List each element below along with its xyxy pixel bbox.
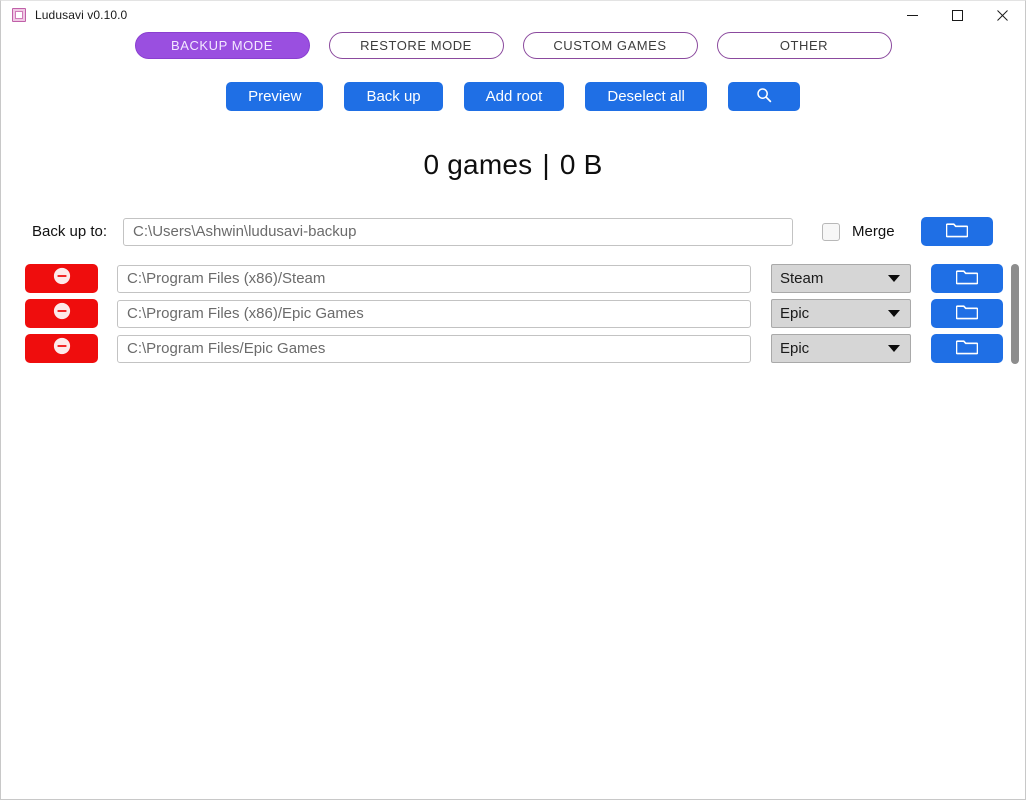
remove-root-button[interactable] [25, 264, 98, 293]
tab-other-label: OTHER [779, 38, 829, 53]
backup-target-label: Back up to: [32, 223, 108, 240]
backup-target-browse-button[interactable] [920, 217, 993, 246]
maximize-icon[interactable] [935, 1, 980, 29]
tab-backup-mode-label: BACKUP MODE [171, 38, 273, 53]
add-root-button-label: Add root [485, 88, 543, 105]
tab-backup-mode[interactable]: BACKUP MODE [134, 32, 310, 59]
root-row: C:\Program Files/Epic Games Epic [1, 334, 1025, 363]
remove-root-button[interactable] [25, 334, 98, 363]
action-button-bar: Preview Back up Add root Deselect all [1, 82, 1025, 111]
mode-tab-bar: BACKUP MODE RESTORE MODE CUSTOM GAMES OT… [1, 32, 1025, 59]
close-icon[interactable] [980, 1, 1025, 29]
preview-button[interactable]: Preview [226, 82, 324, 111]
root-row: C:\Program Files (x86)/Epic Games Epic [1, 299, 1025, 328]
root-store-select[interactable]: Steam [771, 264, 911, 293]
remove-root-button[interactable] [25, 299, 98, 328]
tab-custom-games[interactable]: CUSTOM GAMES [522, 32, 698, 59]
add-root-button[interactable]: Add root [463, 82, 565, 111]
summary-total-size: 0 B [559, 149, 603, 180]
minus-circle-icon [53, 267, 71, 290]
root-path-input[interactable]: C:\Program Files (x86)/Epic Games [117, 299, 751, 328]
root-row: C:\Program Files (x86)/Steam Steam [1, 264, 1025, 293]
backup-target-input[interactable]: C:\Users\Ashwin\ludusavi-backup [123, 217, 794, 246]
minus-circle-icon [53, 337, 71, 360]
root-browse-button[interactable] [931, 264, 1003, 293]
window-title: Ludusavi v0.10.0 [35, 8, 128, 22]
minus-circle-icon [53, 302, 71, 325]
root-store-select[interactable]: Epic [771, 334, 911, 363]
title-bar[interactable]: Ludusavi v0.10.0 [1, 1, 1025, 29]
minimize-icon[interactable] [890, 1, 935, 29]
search-icon [756, 87, 772, 107]
root-store-select[interactable]: Epic [771, 299, 911, 328]
merge-checkbox[interactable] [822, 222, 841, 241]
summary-separator: | [542, 149, 550, 180]
root-store-select-value: Epic [780, 305, 810, 322]
back-up-button-label: Back up [366, 88, 421, 105]
root-browse-button[interactable] [931, 299, 1003, 328]
roots-list: C:\Program Files (x86)/Steam Steam C:\Pr… [1, 264, 1025, 364]
merge-checkbox-label: Merge [852, 223, 895, 240]
folder-icon [955, 303, 979, 325]
preview-button-label: Preview [248, 88, 302, 105]
app-window: Ludusavi v0.10.0 BACKUP MODE RESTORE MOD… [0, 0, 1026, 800]
root-store-select-value: Epic [780, 340, 810, 357]
back-up-button[interactable]: Back up [344, 82, 443, 111]
folder-icon [945, 221, 968, 243]
backup-target-row: Back up to: C:\Users\Ashwin\ludusavi-bac… [1, 217, 1025, 246]
roots-scrollbar-thumb[interactable] [1011, 264, 1019, 364]
deselect-all-button-label: Deselect all [607, 88, 685, 105]
root-store-select-value: Steam [780, 270, 824, 287]
tab-other[interactable]: OTHER [716, 32, 892, 59]
root-path-input[interactable]: C:\Program Files/Epic Games [117, 334, 751, 363]
chevron-down-icon [888, 345, 900, 352]
chevron-down-icon [888, 310, 900, 317]
folder-icon [955, 338, 979, 360]
summary-bar: 0 games | 0 B [1, 149, 1025, 181]
root-path-input[interactable]: C:\Program Files (x86)/Steam [117, 264, 751, 293]
chevron-down-icon [888, 275, 900, 282]
app-window-icon [11, 7, 27, 23]
tab-custom-games-label: CUSTOM GAMES [553, 38, 667, 53]
tab-restore-mode[interactable]: RESTORE MODE [328, 32, 504, 59]
window-controls [890, 1, 1025, 29]
search-button[interactable] [727, 82, 800, 111]
tab-restore-mode-label: RESTORE MODE [360, 38, 472, 53]
roots-scrollbar[interactable] [1010, 264, 1021, 364]
folder-icon [955, 268, 979, 290]
deselect-all-button[interactable]: Deselect all [585, 82, 707, 111]
summary-games-count: 0 games [423, 149, 533, 180]
root-browse-button[interactable] [931, 334, 1003, 363]
